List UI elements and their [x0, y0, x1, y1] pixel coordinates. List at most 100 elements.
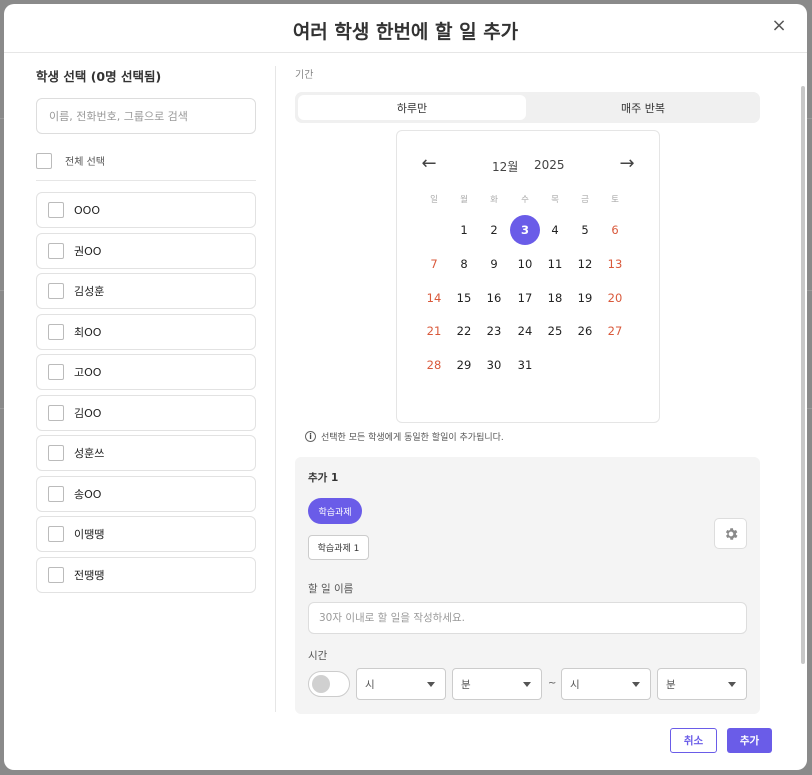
calendar-day[interactable]: 9: [479, 249, 509, 279]
student-name: 최OO: [74, 325, 102, 339]
student-name: 권OO: [74, 244, 102, 258]
student-checkbox[interactable]: [48, 364, 64, 380]
student-search-input[interactable]: [49, 109, 243, 123]
student-checkbox[interactable]: [48, 202, 64, 218]
task-entry-panel: 추가 1 학습과제 학습과제 1 할 일 이름 시간 시 분: [295, 457, 760, 714]
settings-button[interactable]: [714, 518, 747, 549]
student-item[interactable]: 송OO: [36, 475, 256, 512]
student-checkbox[interactable]: [48, 445, 64, 461]
calendar-day[interactable]: 30: [479, 350, 509, 380]
chevron-down-icon: [632, 682, 640, 687]
calendar-day[interactable]: 4: [540, 215, 570, 245]
close-button[interactable]: ×: [771, 15, 787, 36]
calendar-day[interactable]: 24: [510, 316, 540, 346]
calendar-day[interactable]: 7: [419, 249, 449, 279]
end-minute-value: 분: [666, 678, 676, 691]
end-hour-select[interactable]: 시: [561, 668, 651, 700]
calendar-day[interactable]: 26: [570, 316, 600, 346]
student-name: 김성훈: [74, 285, 105, 298]
student-checkbox[interactable]: [48, 526, 64, 542]
task-name-input[interactable]: [319, 612, 736, 624]
period-option-weekly[interactable]: 매주 반복: [529, 95, 757, 120]
calendar-day[interactable]: 23: [479, 316, 509, 346]
calendar-day[interactable]: 22: [449, 316, 479, 346]
task-name-field[interactable]: [308, 602, 747, 634]
select-all-row[interactable]: 전체 선택: [36, 149, 256, 181]
period-option-once[interactable]: 하루만: [298, 95, 526, 120]
student-checkbox[interactable]: [48, 323, 64, 340]
student-item[interactable]: 권OO: [36, 232, 256, 269]
calendar-day[interactable]: 8: [449, 249, 479, 279]
info-icon: i: [305, 431, 316, 442]
calendar-header: ← 12월 2025 →: [397, 155, 659, 175]
calendar-day[interactable]: 10: [510, 249, 540, 279]
calendar-weekday: 금: [581, 195, 589, 205]
student-checkbox[interactable]: [48, 566, 64, 583]
calendar-day[interactable]: 18: [540, 283, 570, 313]
calendar-day[interactable]: 17: [510, 283, 540, 313]
calendar-day[interactable]: 19: [570, 283, 600, 313]
student-list: OOO 권OO 김성훈최OO 고OO 김OO 성훈쓰송OO 이땡땡전땡땡: [36, 192, 256, 593]
student-checkbox[interactable]: [48, 242, 64, 259]
calendar-day[interactable]: 20: [600, 283, 630, 313]
time-toggle[interactable]: [308, 671, 350, 697]
calendar-day[interactable]: 6: [600, 215, 630, 245]
calendar-day[interactable]: 2: [479, 215, 509, 245]
modal-header: 여러 학생 한번에 할 일 추가 ×: [4, 4, 807, 53]
student-item[interactable]: 김OO: [36, 394, 256, 431]
calendar-day[interactable]: 31: [510, 350, 540, 380]
student-item[interactable]: 성훈쓰: [36, 435, 256, 471]
student-name: 이땡땡: [74, 528, 105, 541]
start-hour-select[interactable]: 시: [356, 668, 446, 700]
period-label: 기간: [295, 70, 314, 81]
scrollbar[interactable]: [801, 86, 805, 664]
student-item[interactable]: 고OO: [36, 354, 256, 390]
calendar-weekday: 목: [551, 195, 559, 205]
time-label: 시간: [308, 650, 328, 662]
calendar-day[interactable]: 12: [570, 249, 600, 279]
student-item[interactable]: OOO: [36, 192, 256, 228]
start-minute-select[interactable]: 분: [452, 668, 542, 700]
calendar-day[interactable]: 25: [540, 316, 570, 346]
student-item[interactable]: 전땡땡: [36, 556, 256, 593]
add-button[interactable]: 추가: [727, 728, 772, 753]
calendar-day-selected[interactable]: 3: [510, 215, 540, 245]
select-all-checkbox[interactable]: [36, 152, 52, 169]
student-item[interactable]: 이땡땡: [36, 516, 256, 552]
calendar-day[interactable]: 14: [419, 283, 449, 313]
student-selection-panel: 학생 선택 (0명 선택됨) 전체 선택 OOO 권OO 김성훈최OO 고OO 김OO 성…: [36, 66, 256, 597]
category-chip[interactable]: 학습과제: [308, 498, 362, 524]
student-checkbox[interactable]: [48, 283, 64, 299]
student-name: OOO: [74, 203, 100, 217]
next-month-button[interactable]: →: [617, 155, 637, 175]
student-name: 전땡땡: [74, 568, 105, 582]
calendar-day[interactable]: 15: [449, 283, 479, 313]
start-minute-value: 분: [461, 678, 471, 691]
student-search-box[interactable]: [36, 98, 256, 134]
close-icon: ×: [771, 15, 787, 36]
calendar-day[interactable]: 5: [570, 215, 600, 245]
calendar-weekday: 월: [460, 195, 468, 205]
student-item[interactable]: 김성훈: [36, 273, 256, 309]
student-checkbox[interactable]: [48, 485, 64, 502]
calendar-day[interactable]: 29: [449, 350, 479, 380]
calendar-day[interactable]: 11: [540, 249, 570, 279]
gear-icon: [725, 527, 737, 540]
chevron-down-icon: [427, 682, 435, 687]
calendar-day[interactable]: 13: [600, 249, 630, 279]
subcategory-chip[interactable]: 학습과제 1: [308, 535, 369, 560]
calendar-day[interactable]: 16: [479, 283, 509, 313]
column-divider: [275, 66, 276, 712]
calendar-day[interactable]: 27: [600, 316, 630, 346]
student-checkbox[interactable]: [48, 404, 64, 421]
calendar-day[interactable]: 21: [419, 316, 449, 346]
chevron-down-icon: [523, 682, 531, 687]
student-item[interactable]: 최OO: [36, 313, 256, 350]
arrow-right-icon: →: [619, 153, 635, 174]
calendar-weekday: 화: [490, 195, 498, 205]
calendar-day[interactable]: 28: [419, 350, 449, 380]
cancel-button[interactable]: 취소: [670, 728, 717, 753]
calendar-day[interactable]: 1: [449, 215, 479, 245]
end-minute-select[interactable]: 분: [657, 668, 747, 700]
prev-month-button[interactable]: ←: [419, 155, 439, 175]
